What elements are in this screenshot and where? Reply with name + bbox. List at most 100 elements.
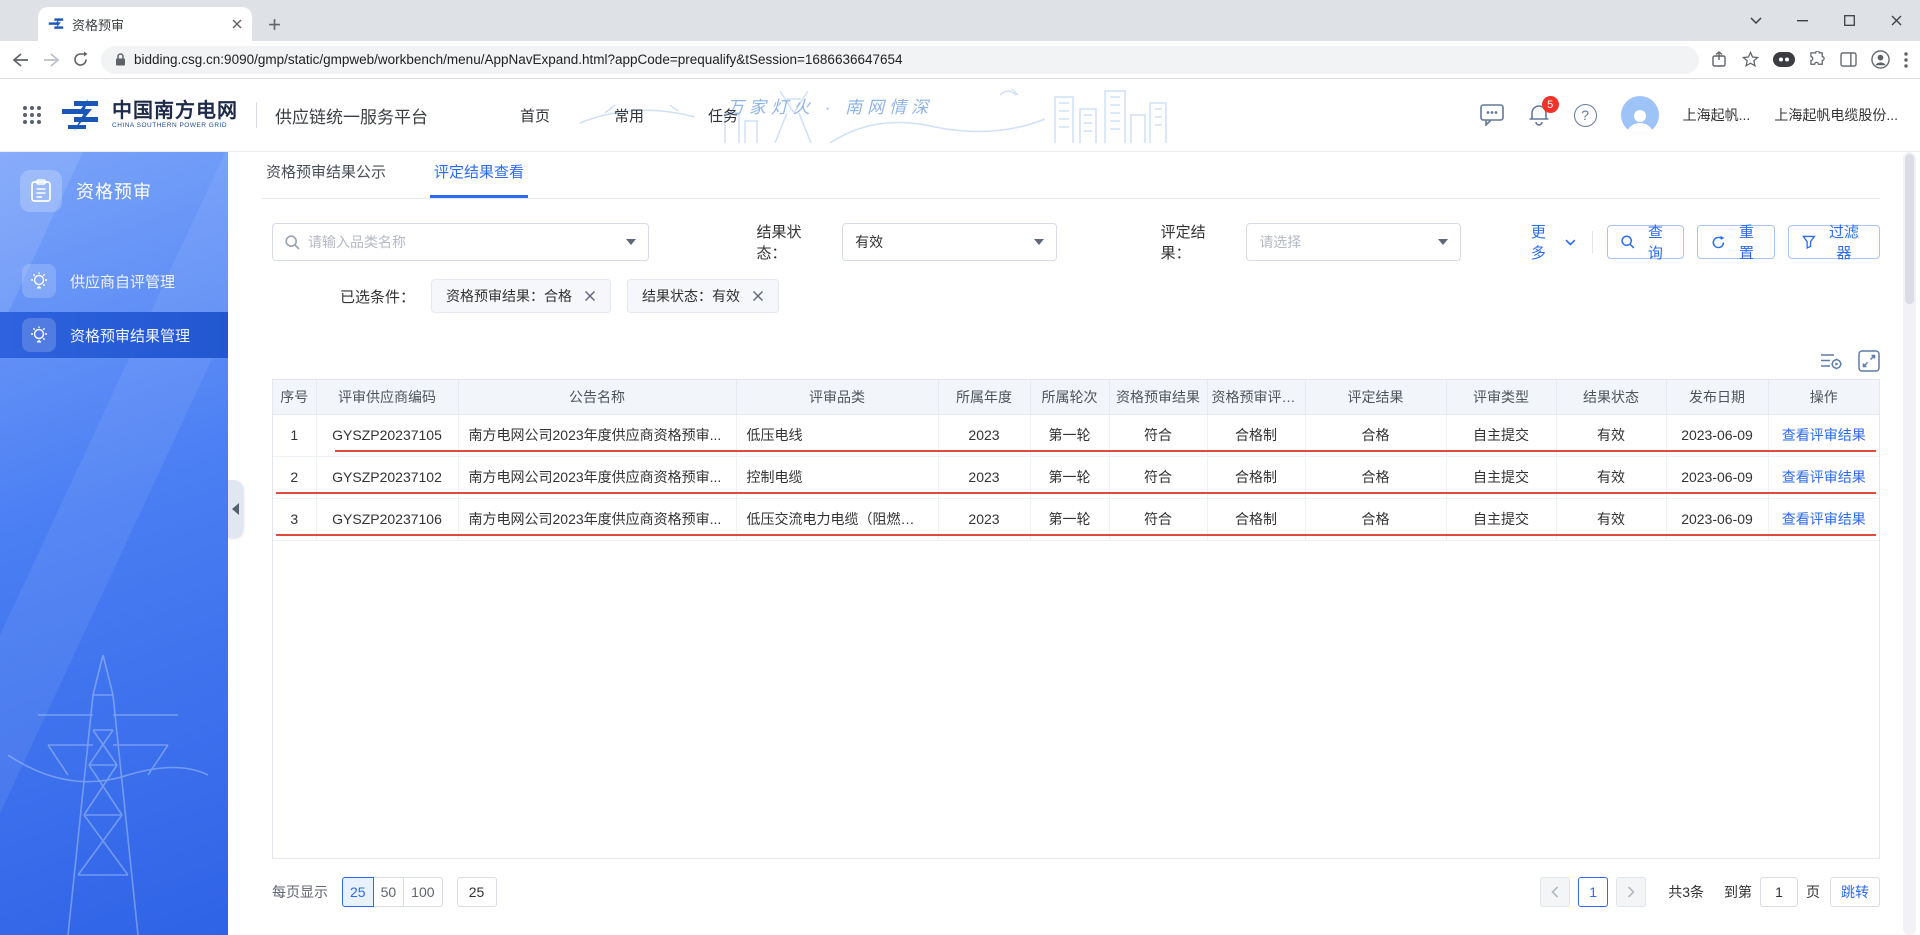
close-window-button[interactable]: [1873, 0, 1920, 41]
toolbar-divider: [1591, 231, 1593, 253]
bulb-icon: [22, 318, 56, 352]
content: 结果状态： 有效 评定结果： 请选择 更多: [272, 221, 1880, 907]
prev-page-button[interactable]: [1540, 877, 1571, 907]
view-review-result-link[interactable]: 查看评审结果: [1782, 427, 1866, 443]
total-count: 共3条: [1668, 884, 1704, 900]
new-tab-button[interactable]: [260, 10, 288, 38]
page-number-button[interactable]: 1: [1578, 877, 1609, 907]
view-review-result-link[interactable]: 查看评审结果: [1782, 511, 1866, 527]
minimize-button[interactable]: [1779, 0, 1826, 41]
chip-close-icon[interactable]: [752, 290, 764, 302]
side-panel-icon[interactable]: [1840, 52, 1857, 67]
col-publish-date: 发布日期: [1666, 380, 1769, 415]
pagination-bar: 每页显示 25 50 100 25 1 共3条 到第 1 页 跳转: [272, 877, 1880, 907]
logo-title: 中国南方电网: [112, 100, 238, 123]
evaluation-result-placeholder: 请选择: [1259, 234, 1302, 250]
menu-kebab-icon[interactable]: [1904, 51, 1908, 68]
nav-home[interactable]: 首页: [520, 105, 550, 126]
user-name[interactable]: 上海起帆...: [1683, 105, 1751, 125]
col-prequalify-result: 资格预审结果: [1109, 380, 1208, 415]
col-notice-name: 公告名称: [458, 380, 737, 415]
chip-close-icon[interactable]: [584, 290, 596, 302]
pager: 1 共3条 到第 页 跳转: [1540, 877, 1880, 907]
extension-badge-icon[interactable]: [1773, 52, 1795, 67]
goto-page-input[interactable]: [1760, 877, 1798, 907]
tab-evaluation-result-view[interactable]: 评定结果查看: [430, 161, 529, 198]
transmission-tower-decoration: [8, 654, 208, 935]
scrollbar-thumb[interactable]: [1905, 154, 1914, 304]
messages-icon[interactable]: [1479, 104, 1504, 126]
goto-suffix: 页: [1806, 884, 1820, 900]
sidebar-item-prequalify-result-mgmt[interactable]: 资格预审结果管理: [0, 312, 228, 358]
view-review-result-link[interactable]: 查看评审结果: [1782, 469, 1866, 485]
user-avatar[interactable]: [1620, 96, 1659, 134]
maximize-button[interactable]: [1826, 0, 1873, 41]
screen: 资格预审 bidding.csg.cn:9090/gmp/static/gmpw…: [0, 0, 1920, 935]
tab-prequalify-result-publicity[interactable]: 资格预审结果公示: [262, 161, 390, 198]
share-icon[interactable]: [1711, 51, 1728, 68]
app-body: 资格预审 供应商自评管理 资格预审结果管理 资格预审结果公示 评定结果查看 请输…: [0, 152, 1920, 935]
col-review-type: 评审类型: [1446, 380, 1557, 415]
fullscreen-icon[interactable]: [1858, 350, 1880, 372]
filter-row: 结果状态： 有效 评定结果： 请选择 更多: [272, 221, 1880, 263]
sidebar: 资格预审 供应商自评管理 资格预审结果管理: [0, 152, 228, 935]
chevron-down-icon: [1437, 239, 1448, 245]
results-table: 序号 评审供应商编码 公告名称 评审品类 所属年度 所属轮次 资格预审结果 资格…: [273, 380, 1879, 541]
filter-button[interactable]: 过滤器: [1788, 224, 1880, 262]
platform-title: 供应链统一服务平台: [275, 107, 428, 127]
browser-tab-strip: 资格预审: [0, 0, 1920, 41]
top-nav: 首页 常用 任务: [520, 105, 738, 126]
query-button[interactable]: 查询: [1606, 224, 1685, 262]
page-size-50[interactable]: 50: [372, 877, 405, 907]
results-table-panel: 序号 评审供应商编码 公告名称 评审品类 所属年度 所属轮次 资格预审结果 资格…: [272, 379, 1880, 859]
apps-grid-icon[interactable]: [22, 105, 42, 125]
cell-seq: 1: [273, 414, 317, 457]
nav-tasks[interactable]: 任务: [708, 105, 738, 126]
extensions-puzzle-icon[interactable]: [1809, 51, 1826, 68]
result-status-select[interactable]: 有效: [842, 223, 1057, 261]
column-settings-icon[interactable]: [1820, 351, 1844, 371]
company-name[interactable]: 上海起帆电缆股份...: [1774, 105, 1898, 125]
jump-button[interactable]: 跳转: [1830, 877, 1880, 907]
col-round: 所属轮次: [1030, 380, 1110, 415]
help-icon[interactable]: ?: [1573, 103, 1597, 127]
browser-profile-icon[interactable]: [1871, 50, 1890, 69]
reload-icon[interactable]: [72, 51, 89, 68]
page-size-group: 25 50 100: [342, 877, 443, 907]
lock-icon: [115, 53, 126, 66]
sidebar-item-supplier-self-eval[interactable]: 供应商自评管理: [0, 258, 228, 304]
reset-button[interactable]: 重置: [1697, 224, 1776, 262]
category-search-combo[interactable]: [272, 223, 649, 261]
result-status-value: 有效: [855, 234, 884, 250]
evaluation-result-select[interactable]: 请选择: [1246, 223, 1461, 261]
selected-conditions-label: 已选条件：: [340, 288, 416, 306]
sidebar-collapse-handle[interactable]: [228, 480, 243, 538]
forward-icon[interactable]: [42, 52, 60, 68]
tab-title: 资格预审: [72, 17, 125, 33]
address-bar[interactable]: bidding.csg.cn:9090/gmp/static/gmpweb/wo…: [101, 45, 1699, 74]
chip-text: 资格预审结果：合格: [446, 288, 573, 304]
page-size-value-box[interactable]: 25: [456, 877, 497, 907]
bulb-icon: [22, 264, 56, 298]
col-supplier-code: 评审供应商编码: [316, 380, 459, 415]
chip-text: 结果状态：有效: [642, 288, 741, 304]
tab-close-icon[interactable]: [232, 19, 242, 29]
scrollbar-track[interactable]: [1903, 152, 1916, 935]
back-icon[interactable]: [12, 52, 30, 68]
browser-tab[interactable]: 资格预审: [38, 7, 252, 41]
bookmark-star-icon[interactable]: [1742, 51, 1759, 68]
notifications-bell-icon[interactable]: 5: [1528, 96, 1559, 127]
category-search-input[interactable]: [308, 234, 618, 250]
reset-label: 重置: [1738, 224, 1754, 262]
next-page-button[interactable]: [1616, 877, 1647, 907]
page-size-100[interactable]: 100: [403, 877, 443, 907]
sidebar-app-title: 资格预审: [0, 152, 228, 214]
nav-frequent[interactable]: 常用: [614, 105, 644, 126]
goto-prefix: 到第: [1724, 884, 1752, 900]
window-controls: [1732, 0, 1920, 41]
collapse-arrow-icon: [232, 503, 239, 515]
tab-search-chevron-icon[interactable]: [1732, 0, 1779, 41]
more-link[interactable]: 更多: [1531, 221, 1576, 263]
page-size-25[interactable]: 25: [342, 877, 374, 907]
evaluation-result-label: 评定结果：: [1160, 224, 1206, 262]
